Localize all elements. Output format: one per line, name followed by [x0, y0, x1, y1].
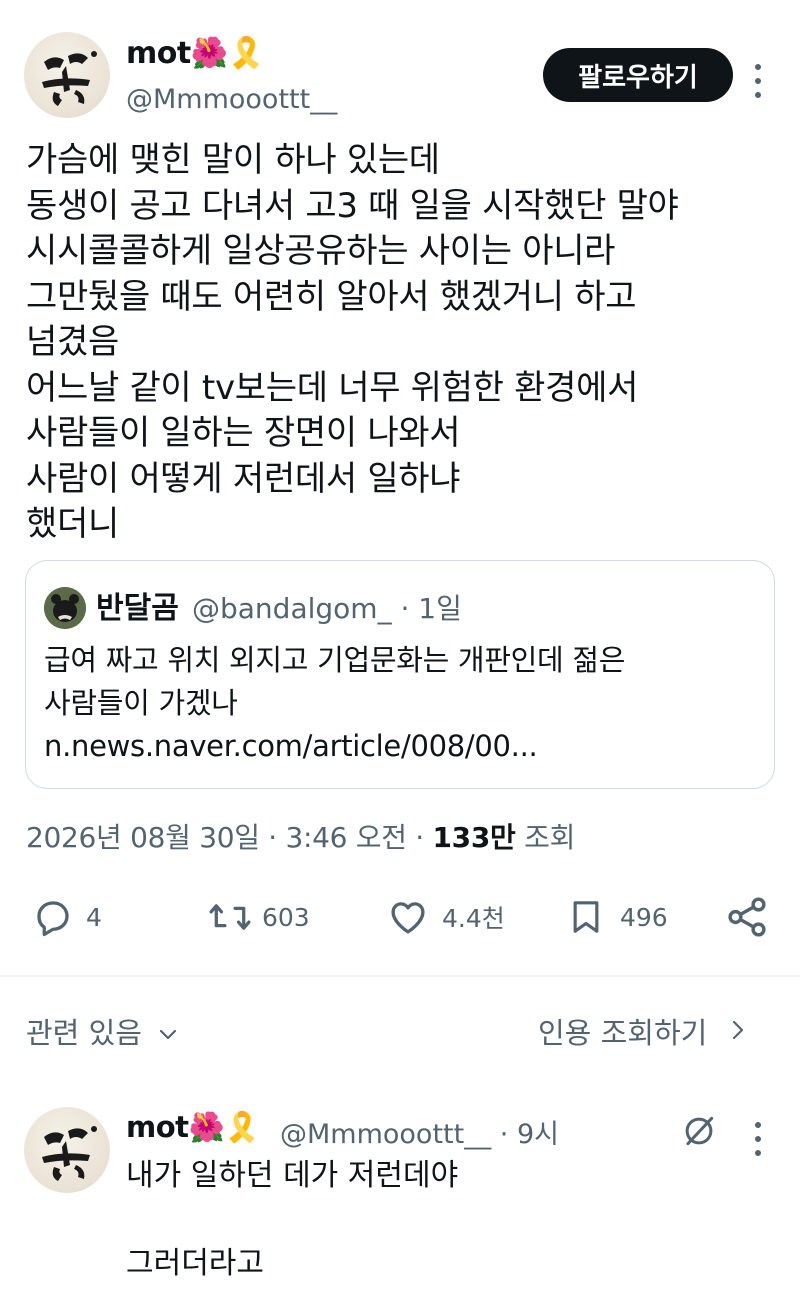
quote-tweet-card[interactable]: 반달곰 @bandalgom_ · 1일 급여 짜고 위치 외지고 기업문화는 …: [25, 560, 775, 789]
reply-button[interactable]: 4: [32, 896, 102, 938]
chevron-right-icon: [731, 1014, 745, 1048]
share-button[interactable]: [724, 894, 770, 940]
bookmark-count: 496: [620, 902, 668, 932]
reply-author-avatar[interactable]: [24, 1107, 110, 1193]
quote-author-name: 반달곰: [96, 591, 179, 626]
author-name[interactable]: mot🌺🎗️: [126, 36, 265, 71]
quote-author-avatar: [44, 587, 86, 629]
follow-button[interactable]: 팔로우하기: [543, 48, 733, 102]
view-quotes-link[interactable]: 인용 조회하기: [538, 1010, 745, 1052]
like-count: 4.4천: [442, 904, 505, 933]
tweet-text: 가슴에 맺힌 말이 하나 있는데 동생이 공고 다녀서 고3 때 일을 시작했단…: [26, 140, 679, 544]
retweet-icon: [206, 896, 254, 938]
like-button[interactable]: 4.4천: [386, 896, 505, 938]
like-icon: [386, 896, 430, 938]
views-label: 조회: [515, 821, 576, 854]
share-icon: [724, 894, 770, 940]
chevron-down-icon: [158, 1014, 178, 1048]
tweet-meta: 2026년 08월 30일 · 3:46 오전 · 133만 조회: [26, 816, 575, 856]
view-quotes-label: 인용 조회하기: [538, 1016, 708, 1050]
reply-text: 내가 일하던 데가 저런데야 그러더라고: [126, 1158, 459, 1281]
quote-text: 급여 짜고 위치 외지고 기업문화는 개판인데 젊은 사람들이 가겠나 n.ne…: [44, 643, 626, 763]
grok-icon[interactable]: [680, 1112, 718, 1154]
reply-author-handle[interactable]: @Mmmooottt__ · 9시: [280, 1112, 559, 1151]
views-count: 133만: [432, 821, 516, 854]
retweet-button[interactable]: 603: [206, 896, 310, 938]
reply-icon: [32, 896, 74, 938]
tweet-timestamp[interactable]: 2026년 08월 30일 · 3:46 오전 ·: [26, 821, 433, 854]
reply-count: 4: [86, 902, 102, 932]
related-label: 관련 있음: [26, 1016, 142, 1050]
retweet-count: 603: [262, 902, 310, 932]
author-avatar[interactable]: [24, 32, 110, 118]
reply-author-name[interactable]: mot🌺🎗️: [126, 1110, 260, 1145]
bookmark-button[interactable]: 496: [566, 896, 668, 938]
more-icon[interactable]: [752, 60, 764, 102]
author-handle[interactable]: @Mmmooottt__: [126, 84, 337, 115]
related-toggle[interactable]: 관련 있음: [26, 1010, 178, 1052]
quote-author-handle: @bandalgom_ · 1일: [192, 592, 462, 625]
divider: [0, 975, 800, 977]
bookmark-icon: [566, 896, 606, 938]
